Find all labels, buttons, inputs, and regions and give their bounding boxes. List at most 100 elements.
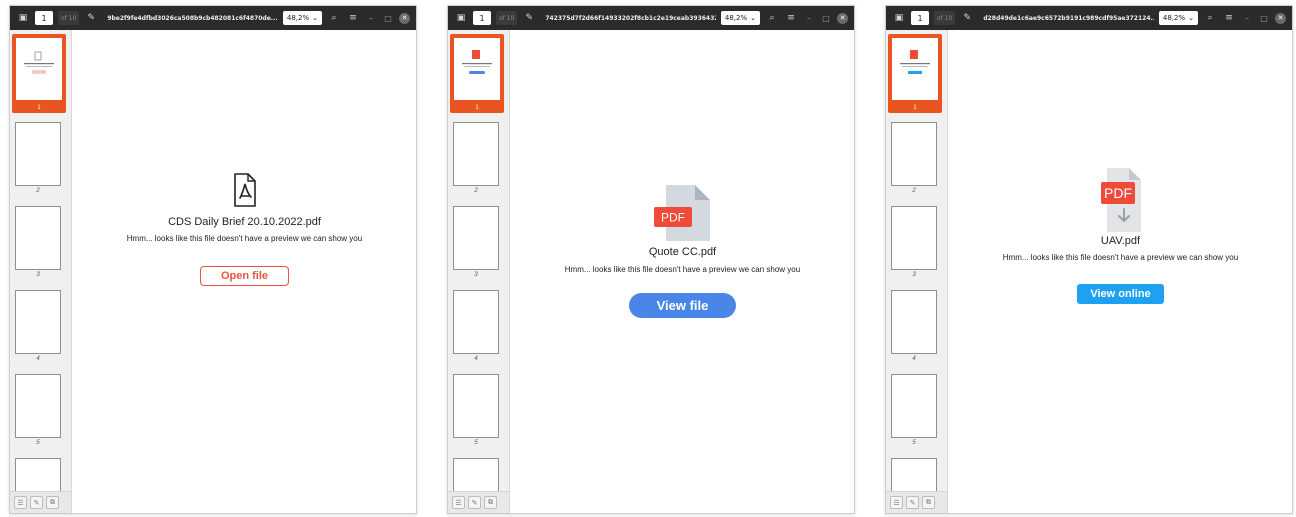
- page-thumbnail[interactable]: [15, 122, 61, 186]
- page-count-label: of 10: [934, 11, 956, 25]
- thumbnails-view-icon[interactable]: ☰: [14, 496, 27, 509]
- no-preview-message: Hmm... looks like this file doesn't have…: [1002, 253, 1239, 262]
- pdf-file-outline-icon: [73, 172, 416, 213]
- thumbnail-sidebar: 1 2 3 4 5 ☰ ✎ ⧉: [448, 30, 510, 513]
- sidebar-footer: ☰ ✎ ⧉: [10, 491, 71, 513]
- search-icon[interactable]: ⌕: [1203, 11, 1217, 25]
- close-icon[interactable]: ✕: [1275, 12, 1286, 24]
- pdf-viewer-window-2: ▣ 1 of 10 ✎ 742375d7f2d66f14933202f8cb1c…: [447, 5, 855, 514]
- minimize-icon[interactable]: –: [803, 14, 815, 23]
- hamburger-menu-icon[interactable]: ≡: [346, 11, 360, 25]
- page-thumbnail[interactable]: [453, 122, 499, 186]
- sidebar-toggle-icon[interactable]: ▣: [16, 11, 30, 25]
- zoom-value: 48,2%: [724, 14, 748, 22]
- page-number-input[interactable]: 1: [473, 11, 491, 25]
- pen-icon[interactable]: ✎: [84, 11, 98, 25]
- no-preview-message: Hmm... looks like this file doesn't have…: [126, 234, 363, 243]
- page-thumbnail[interactable]: [453, 290, 499, 354]
- pen-icon[interactable]: ✎: [522, 11, 536, 25]
- thumbnail-page: [16, 38, 62, 100]
- pen-icon[interactable]: ✎: [960, 11, 974, 25]
- maximize-icon[interactable]: □: [1258, 14, 1270, 23]
- page-count-label: of 10: [58, 11, 80, 25]
- minimize-icon[interactable]: –: [1241, 14, 1253, 23]
- thumbnail-page: [892, 38, 938, 100]
- pdf-download-icon: PDF: [949, 166, 1292, 239]
- thumbnail-preview: [900, 50, 930, 74]
- page-thumbnail-selected[interactable]: 1: [888, 34, 942, 113]
- thumbnail-number: 4: [912, 356, 916, 362]
- file-name: UAV.pdf: [1100, 235, 1141, 247]
- chevron-down-icon: ⌄: [312, 14, 318, 22]
- sidebar-footer: ☰ ✎ ⧉: [886, 491, 947, 513]
- thumbnail-number: 4: [36, 356, 40, 362]
- thumbnail-number: 2: [36, 188, 40, 194]
- zoom-select[interactable]: 48,2% ⌄: [1158, 11, 1198, 25]
- annotations-view-icon[interactable]: ✎: [30, 496, 43, 509]
- file-name: CDS Daily Brief 20.10.2022.pdf: [168, 216, 321, 228]
- outline-view-icon[interactable]: ⧉: [484, 496, 497, 509]
- thumbnail-preview: [462, 50, 492, 74]
- pdf-viewer-window-1: ▣ 1 of 10 ✎ 9be2f9fe4dfbd3026ca508b9cb48…: [9, 5, 417, 514]
- thumbnail-number: 3: [912, 272, 916, 278]
- thumbnail-number: 3: [474, 272, 478, 278]
- page-thumbnail[interactable]: [15, 374, 61, 438]
- annotations-view-icon[interactable]: ✎: [906, 496, 919, 509]
- thumbnail-sidebar: 1 2 3 4 5 ☰ ✎ ⧉: [10, 30, 72, 513]
- page-thumbnail-selected[interactable]: 1: [12, 34, 66, 113]
- sidebar-footer: ☰ ✎ ⧉: [448, 491, 509, 513]
- sidebar-toggle-icon[interactable]: ▣: [454, 11, 468, 25]
- preview-area: PDF Quote CC.pdf Hmm... looks like this …: [511, 30, 854, 513]
- button-row: View file: [511, 293, 854, 318]
- document-title: 742375d7f2d66f14933202f8cb1c2e19ceab3936…: [545, 14, 716, 22]
- pdf-file-gray-icon: PDF: [511, 183, 854, 248]
- thumbnail-number: 4: [474, 356, 478, 362]
- page-thumbnail[interactable]: [891, 374, 937, 438]
- page-thumbnail[interactable]: [15, 206, 61, 270]
- view-online-button[interactable]: View online: [1077, 284, 1164, 304]
- page-thumbnail[interactable]: [891, 290, 937, 354]
- button-row: Open file: [73, 266, 416, 286]
- preview-area: CDS Daily Brief 20.10.2022.pdf Hmm... lo…: [73, 30, 416, 513]
- open-file-button[interactable]: Open file: [199, 266, 290, 286]
- annotations-view-icon[interactable]: ✎: [468, 496, 481, 509]
- chevron-down-icon: ⌄: [750, 14, 756, 22]
- maximize-icon[interactable]: □: [382, 14, 394, 23]
- search-icon[interactable]: ⌕: [327, 11, 341, 25]
- page-thumbnail-selected[interactable]: 1: [450, 34, 504, 113]
- chevron-down-icon: ⌄: [1188, 14, 1194, 22]
- page-thumbnail[interactable]: [15, 290, 61, 354]
- page-number-input[interactable]: 1: [911, 11, 929, 25]
- page-thumbnail[interactable]: [891, 122, 937, 186]
- search-icon[interactable]: ⌕: [765, 11, 779, 25]
- thumbnail-number: 5: [912, 440, 916, 446]
- thumbnail-number: 3: [36, 272, 40, 278]
- minimize-icon[interactable]: –: [365, 14, 377, 23]
- pdf-badge-label: PDF: [661, 211, 685, 225]
- page-count-label: of 10: [496, 11, 518, 25]
- page-thumbnail[interactable]: [453, 374, 499, 438]
- maximize-icon[interactable]: □: [820, 14, 832, 23]
- close-icon[interactable]: ✕: [837, 12, 848, 24]
- thumbnail-number: 1: [913, 105, 917, 111]
- close-icon[interactable]: ✕: [399, 12, 410, 24]
- sidebar-toggle-icon[interactable]: ▣: [892, 11, 906, 25]
- thumbnails-view-icon[interactable]: ☰: [452, 496, 465, 509]
- page-thumbnail[interactable]: [891, 206, 937, 270]
- zoom-select[interactable]: 48,2% ⌄: [720, 11, 760, 25]
- page-number-input[interactable]: 1: [35, 11, 53, 25]
- preview-area: PDF UAV.pdf Hmm... looks like this file …: [949, 30, 1292, 513]
- thumbnail-number: 2: [474, 188, 478, 194]
- hamburger-menu-icon[interactable]: ≡: [784, 11, 798, 25]
- outline-view-icon[interactable]: ⧉: [46, 496, 59, 509]
- thumbnails-view-icon[interactable]: ☰: [890, 496, 903, 509]
- hamburger-menu-icon[interactable]: ≡: [1222, 11, 1236, 25]
- zoom-select[interactable]: 48,2% ⌄: [282, 11, 322, 25]
- view-file-button[interactable]: View file: [628, 293, 737, 318]
- outline-view-icon[interactable]: ⧉: [922, 496, 935, 509]
- page-thumbnail[interactable]: [453, 206, 499, 270]
- thumbnail-preview: [24, 51, 54, 74]
- thumbnail-number: 2: [912, 188, 916, 194]
- thumbnail-number: 1: [37, 105, 41, 111]
- thumbnail-page: [454, 38, 500, 100]
